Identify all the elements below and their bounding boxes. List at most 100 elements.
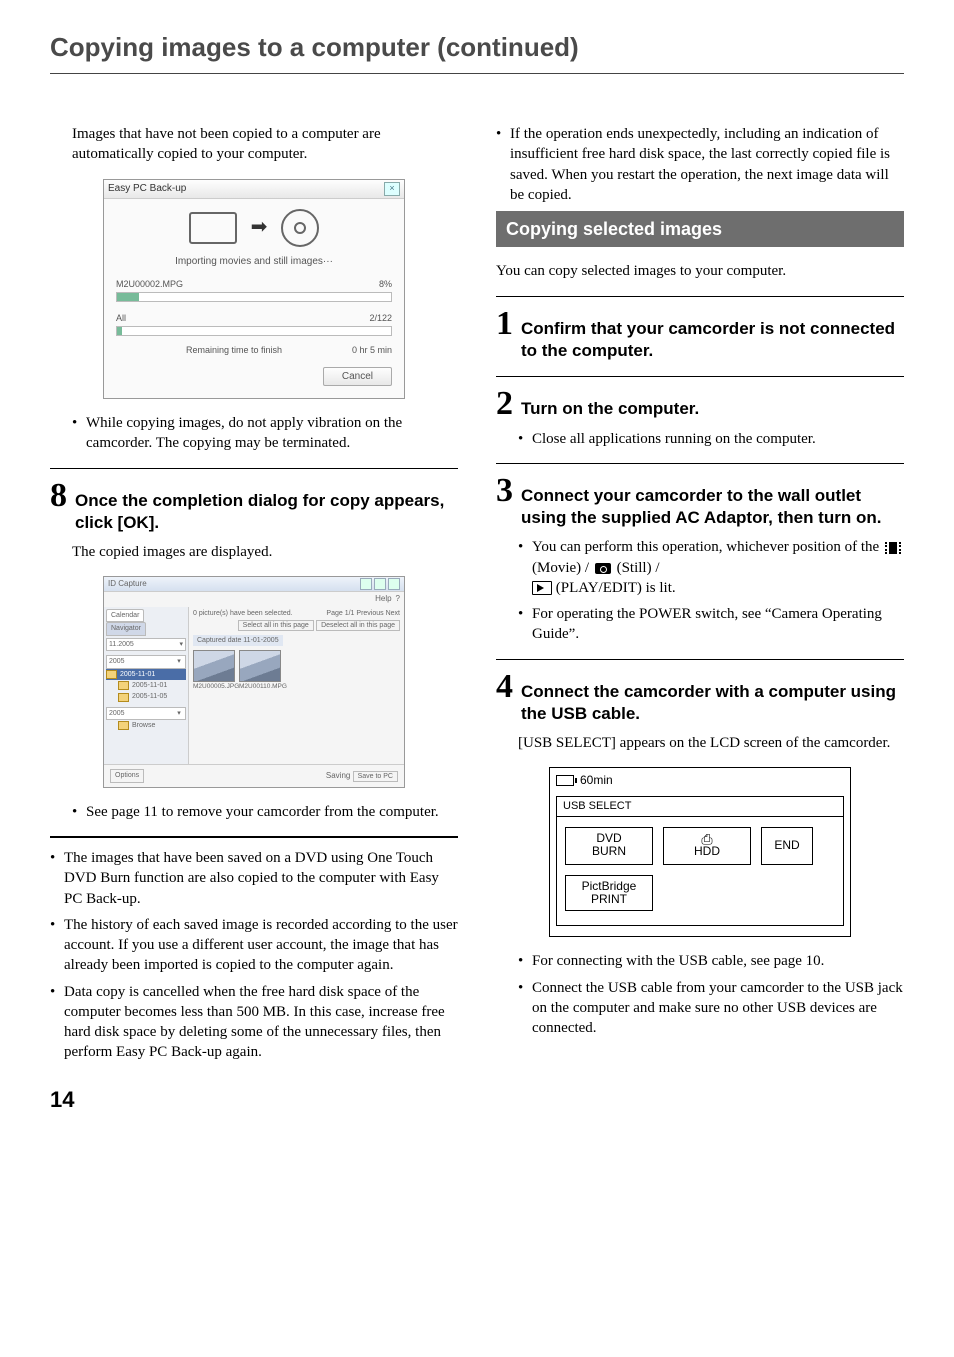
bullet-icon: • (518, 978, 532, 1039)
gallery-content: 0 picture(s) have been selected. Page 1/… (189, 607, 404, 764)
deselect-all-button[interactable]: Deselect all in this page (316, 620, 400, 631)
pictbridge-print-button[interactable]: PictBridgePRINT (565, 875, 653, 911)
divider (496, 376, 904, 377)
end-button[interactable]: END (761, 827, 813, 865)
year-month-selector[interactable]: 11.2005▾ (106, 638, 186, 651)
remaining-time-value: 0 hr 5 min (352, 344, 392, 356)
usb-select-title: USB SELECT (557, 797, 843, 817)
dvd-burn-button[interactable]: DVDBURN (565, 827, 653, 865)
saving-label: Saving (326, 771, 350, 780)
step-title: Connect your camcorder to the wall outle… (521, 479, 904, 529)
folder-item-active[interactable]: 2005-11-01 (106, 669, 186, 680)
thumbnail-filename: M2U00110.MPG (239, 683, 279, 692)
thumbnail-item[interactable]: M2U00005.JPG (193, 650, 233, 692)
chevron-down-icon: ▾ (175, 657, 183, 666)
divider (496, 463, 904, 464)
step-4: 4 Connect the camcorder with a computer … (496, 670, 904, 1039)
year-dropdown[interactable]: 2005▾ (106, 655, 186, 668)
step-title: Turn on the computer. (521, 392, 699, 420)
disc-icon (281, 209, 319, 247)
thumbnail-image (193, 650, 235, 682)
all-label: All (116, 312, 126, 324)
file-percent-label: 8% (379, 278, 392, 290)
lcd-screen: 60min USB SELECT DVDBURN HDD END (549, 767, 851, 937)
remaining-time-label: Remaining time to finish (116, 344, 352, 356)
save-to-pc-button[interactable]: Save to PC (353, 771, 398, 782)
divider-thick (50, 836, 458, 838)
image-gallery-window: ID Capture Help ? Calendar Navigator (103, 576, 405, 788)
folder-icon (118, 721, 129, 730)
intro-text: Images that have not been copied to a co… (72, 124, 458, 165)
step-3: 3 Connect your camcorder to the wall out… (496, 474, 904, 644)
close-icon[interactable] (388, 578, 400, 590)
bullet-icon: • (50, 915, 64, 976)
play-edit-icon (532, 581, 552, 595)
bullet-icon: • (518, 537, 532, 598)
help-icon[interactable]: ? (396, 594, 400, 605)
step-number: 3 (496, 474, 513, 508)
step-body-text: The copied images are displayed. (72, 542, 458, 562)
thumbnail-filename: M2U00005.JPG (193, 683, 233, 692)
close-icon[interactable]: × (384, 182, 400, 196)
cancel-button[interactable]: Cancel (323, 367, 392, 387)
dialog-titlebar: Easy PC Back-up × (104, 180, 404, 199)
vibration-warning: • While copying images, do not apply vib… (72, 413, 458, 454)
select-all-button[interactable]: Select all in this page (238, 620, 314, 631)
two-column-layout: Images that have not been copied to a co… (50, 124, 904, 1069)
left-column: Images that have not been copied to a co… (50, 124, 458, 1069)
page-title: Copying images to a computer (continued) (50, 30, 904, 65)
bullet-icon: • (50, 982, 64, 1063)
step-2: 2 Turn on the computer. • Close all appl… (496, 387, 904, 449)
camcorder-icon (189, 212, 237, 244)
page-number: 14 (50, 1085, 904, 1115)
folder-item[interactable]: 2005-11-01 (106, 680, 186, 691)
hdd-button[interactable]: HDD (663, 827, 751, 865)
note-disk-space: • Data copy is cancelled when the free h… (50, 982, 458, 1063)
note-dvd-burn: • The images that have been saved on a D… (50, 848, 458, 909)
gallery-titlebar: ID Capture (104, 577, 404, 592)
time-remaining-label: 60min (580, 772, 613, 788)
arrow-right-icon: ➡ (251, 214, 268, 241)
help-link[interactable]: Help (375, 594, 391, 605)
bullet-icon: • (72, 802, 86, 822)
next-button[interactable]: Next (386, 610, 400, 617)
title-divider (50, 73, 904, 74)
step-8: 8 Once the completion dialog for copy ap… (50, 479, 458, 562)
section-intro-text: You can copy selected images to your com… (496, 261, 904, 281)
power-switch-bullet: • For operating the POWER switch, see “C… (518, 604, 904, 645)
all-progress-bar (116, 326, 392, 336)
device-transfer-graphic: ➡ (116, 209, 392, 247)
maximize-icon[interactable] (374, 578, 386, 590)
file-name-label: M2U00002.MPG (116, 278, 183, 290)
folder-icon (118, 693, 129, 702)
thumbnail-item[interactable]: M2U00110.MPG (239, 650, 279, 692)
chevron-down-icon: ▾ (175, 709, 183, 718)
minimize-icon[interactable] (360, 578, 372, 590)
year-dropdown-2[interactable]: 2005▾ (106, 707, 186, 720)
folder-icon (106, 670, 117, 679)
file-progress-bar (116, 292, 392, 302)
options-button[interactable]: Options (110, 769, 144, 782)
divider (496, 659, 904, 660)
thumbnail-image (239, 650, 281, 682)
step-title: Confirm that your camcorder is not conne… (521, 312, 904, 362)
usb-jack-bullet: • Connect the USB cable from your camcor… (518, 978, 904, 1039)
bullet-icon: • (518, 604, 532, 645)
remove-camcorder-note: • See page 11 to remove your camcorder f… (72, 802, 458, 822)
tab-calendar[interactable]: Calendar (106, 609, 144, 622)
bullet-icon: • (72, 413, 86, 454)
bullet-icon: • (50, 848, 64, 909)
previous-button[interactable]: Previous (356, 610, 383, 617)
lcd-panel: USB SELECT DVDBURN HDD END PictBridgePRI… (556, 796, 844, 926)
dropdown-icon: ▾ (179, 640, 183, 649)
close-apps-bullet: • Close all applications running on the … (518, 429, 904, 449)
folder-icon (118, 681, 129, 690)
tab-navigator[interactable]: Navigator (106, 622, 146, 635)
captured-date-label: Captured date 11-01-2005 (193, 635, 283, 646)
folder-item[interactable]: 2005-11-05 (106, 691, 186, 702)
divider (496, 296, 904, 297)
gallery-sidebar: Calendar Navigator 11.2005▾ 2005▾ 2005-1… (104, 607, 189, 764)
browse-item[interactable]: Browse (106, 720, 186, 731)
right-column: • If the operation ends unexpectedly, in… (496, 124, 904, 1069)
bullet-icon: • (518, 951, 532, 971)
